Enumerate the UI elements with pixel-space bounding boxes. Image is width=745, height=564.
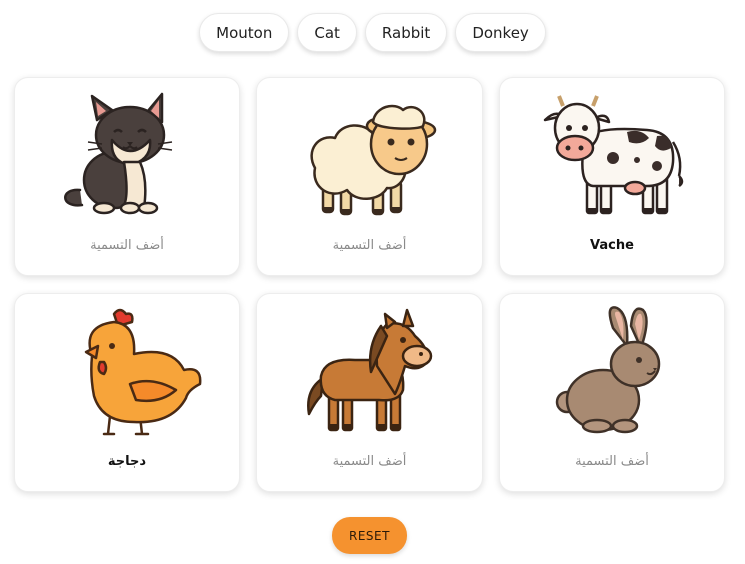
word-chip-bank: Mouton Cat Rabbit Donkey xyxy=(0,13,745,52)
card-cat-label: أضف التسمية xyxy=(90,238,164,253)
cat-illustration xyxy=(64,92,173,215)
card-chicken-label: دجاجة xyxy=(107,454,147,469)
reset-button[interactable]: RESET xyxy=(332,517,407,554)
card-cow[interactable]: Vache xyxy=(499,77,725,276)
cow-illustration xyxy=(543,95,684,215)
card-sheep[interactable]: أضف التسمية xyxy=(256,77,483,276)
card-rabbit[interactable]: أضف التسمية xyxy=(499,293,725,492)
card-sheep-label: أضف التسمية xyxy=(332,238,407,253)
chicken-illustration xyxy=(84,308,202,436)
card-horse[interactable]: أضف التسمية xyxy=(256,293,483,492)
rabbit-illustration xyxy=(555,306,661,434)
card-horse-label: أضف التسمية xyxy=(332,454,407,469)
sheep-illustration xyxy=(309,104,436,216)
card-chicken[interactable]: دجاجة xyxy=(14,293,240,492)
chip-donkey[interactable]: Donkey xyxy=(455,13,546,52)
animal-card-grid: أضف التسمية أضف التسمية Vache دجاجة أضف … xyxy=(14,77,725,492)
chip-cat[interactable]: Cat xyxy=(297,13,357,52)
horse-illustration xyxy=(306,308,432,432)
chip-rabbit[interactable]: Rabbit xyxy=(364,13,448,52)
chip-mouton[interactable]: Mouton xyxy=(199,13,290,52)
card-cow-label: Vache xyxy=(590,238,634,253)
card-rabbit-label: أضف التسمية xyxy=(575,454,649,469)
card-cat[interactable]: أضف التسمية xyxy=(14,77,240,276)
